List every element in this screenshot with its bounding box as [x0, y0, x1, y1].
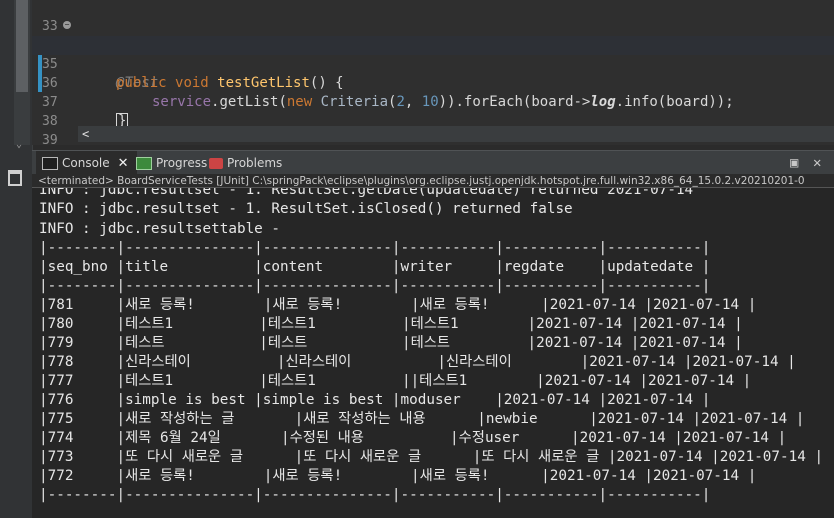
console-line: |--------|---------------|--------------… — [39, 240, 711, 256]
console-line: |779 |테스트 |테스트 |테스트 |2021-07-14 |2021-07… — [39, 335, 743, 351]
chevron-down-icon[interactable]: ⌄ — [16, 140, 22, 150]
console-line: |776 |simple is best |simple is best |mo… — [39, 392, 711, 408]
tab-problems-label: Problems — [227, 156, 283, 170]
line-number: 39 — [42, 133, 58, 148]
scroll-left-icon[interactable]: < — [82, 126, 89, 142]
view-tab-bar: Console ✕ Progress Problems ▣ ✕ — [32, 150, 834, 175]
console-line: |--------|---------------|--------------… — [39, 487, 711, 503]
console-output[interactable]: INFO : jdbc.resultset - 1. ResultSet.get… — [32, 188, 834, 518]
console-line: |777 |테스트1 |테스트1 ||테스트1 |2021-07-14 |202… — [39, 373, 752, 389]
code-line-37: 37 } — [32, 74, 834, 130]
progress-icon — [136, 157, 152, 170]
code-line-34: 34 − @Test — [32, 17, 834, 92]
editor-horizontal-scrollbar[interactable]: < — [78, 126, 834, 142]
tab-console-label: Console — [62, 156, 110, 170]
console-status-line: <terminated> BoardServiceTests [JUnit] C… — [32, 174, 834, 188]
console-line: |775 |새로 작성하는 글 |새로 작성하는 내용 |newbie |202… — [39, 411, 805, 427]
console-line: |780 |테스트1 |테스트1 |테스트1 |2021-07-14 |2021… — [39, 316, 743, 332]
code-line-38: 38 — [32, 93, 834, 129]
console-line: |772 |새로 등록! |새로 등록! |새로 등록! |2021-07-14… — [39, 468, 757, 484]
problems-icon — [209, 158, 223, 169]
console-line: |774 |제목 6월 24일 |수정된 내용 |수정user |2021-07… — [39, 430, 787, 446]
code-line-35: 35 public void testGetList() { — [32, 36, 834, 91]
console-line: |seq_bno |title |content |writer |regdat… — [39, 259, 711, 275]
close-icon[interactable]: ✕ — [118, 156, 129, 171]
tab-progress[interactable]: Progress — [136, 151, 207, 175]
editor-vertical-scrollbar[interactable]: ⌄ — [14, 0, 30, 150]
tab-console[interactable]: Console ✕ — [36, 151, 137, 175]
console-line: |--------|---------------|--------------… — [39, 278, 711, 294]
code-editor[interactable]: 33 34 − @Test 35 public void testGetList… — [32, 0, 834, 148]
tab-problems[interactable]: Problems — [209, 151, 282, 175]
left-trim-strip: ⌄ — [0, 0, 33, 518]
fold-toggle-icon[interactable]: − — [63, 21, 71, 29]
console-line: INFO : jdbc.resultset - 1. ResultSet.get… — [39, 188, 694, 198]
console-line: |778 |신라스테이 |신라스테이 |신라스테이 |2021-07-14 |2… — [39, 354, 796, 370]
console-line: INFO : jdbc.resultset - 1. ResultSet.isC… — [39, 201, 573, 217]
code-line-33: 33 — [32, 0, 834, 34]
minimize-icon[interactable]: ▣ — [790, 154, 798, 172]
console-line: INFO : jdbc.resultsettable - — [39, 221, 281, 237]
maximize-icon[interactable]: ✕ — [813, 154, 821, 172]
console-line: |781 |새로 등록! |새로 등록! |새로 등록! |2021-07-14… — [39, 297, 757, 313]
tab-progress-label: Progress — [156, 156, 208, 170]
code-line-36: 36 service.getList(new Criteria(2, 10)).… — [32, 55, 834, 110]
window-restore-icon[interactable] — [8, 170, 22, 186]
scrollbar-thumb[interactable] — [16, 0, 28, 92]
console-line: |773 |또 다시 새로운 글 |또 다시 새로운 글 |또 다시 새로운 글… — [39, 449, 824, 465]
console-icon — [42, 157, 58, 170]
